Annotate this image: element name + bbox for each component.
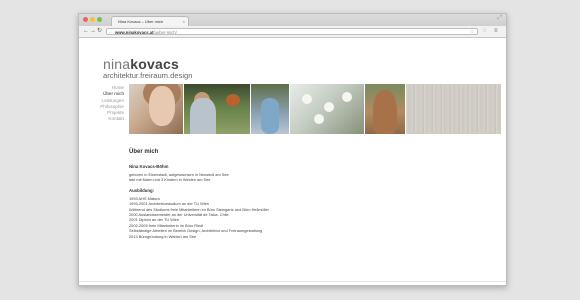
nav-item-kontakt[interactable]: Kontakt [100,116,124,122]
reload-icon[interactable]: ↻ [97,28,102,35]
education-item: 2013 Bürogründung in Weiden am See [129,233,197,239]
education-heading: Ausbildung: [129,187,155,193]
star-icon[interactable]: ☆ [470,29,474,36]
garden-chicken-photo [184,84,250,134]
logo-tagline: architektur.freiraum.design [103,71,193,80]
photo-strip [129,84,501,134]
url-path: /ueber-mich/ [153,30,177,35]
fullscreen-icon[interactable]: ⤢ [497,15,502,22]
logo-first-name: nina [103,56,131,72]
logo-last-name: kovacs [130,56,179,72]
page-content: ninakovacs architektur.freiraum.design H… [79,38,506,285]
close-window-button[interactable] [83,17,88,22]
portrait-photo [129,84,183,134]
maximize-window-button[interactable] [97,17,102,22]
blossom-photo [290,84,364,134]
back-arrow-icon[interactable]: ← [83,28,89,35]
person-name: Nina Kovacs-Böhm [129,164,169,169]
forward-arrow-icon[interactable]: → [90,28,96,35]
nav-item-leistungen[interactable]: Leistungen [100,98,124,104]
extension-icon[interactable]: ◌ [483,28,487,35]
address-bar[interactable]: ◦ www.ninakovacs.at/ueber-mich/ ☆ [106,28,478,35]
site-logo[interactable]: ninakovacs architektur.freiraum.design [103,57,192,80]
wood-texture-photo [406,84,501,134]
logo-name: ninakovacs [103,57,192,71]
legs-photo [251,84,289,134]
browser-window: Nina Kovacs – Über mich × ⤢ ← → ↻ ◦ www.… [78,13,507,286]
main-nav: Home Über mich Leistungen Philosophie Pr… [100,85,124,123]
tab-title: Nina Kovacs – Über mich [118,19,164,24]
tab-close-icon[interactable]: × [183,17,185,26]
browser-tab[interactable]: Nina Kovacs – Über mich × [111,16,189,26]
main-content: Über mich Nina Kovacs-Böhm geboren in Ei… [129,148,429,239]
url-domain: www.ninakovacs.at [115,30,154,35]
page-title: Über mich [129,149,159,155]
menu-icon[interactable]: ≡ [494,28,498,35]
hair-back-photo [365,84,405,134]
footer-divider [79,281,506,282]
browser-toolbar: ← → ↻ ◦ www.ninakovacs.at/ueber-mich/ ☆ … [79,26,506,38]
tab-bar: Nina Kovacs – Über mich × ⤢ [79,14,506,26]
lock-icon: ◦ [109,30,111,35]
nav-item-ueber-mich[interactable]: Über mich [100,91,124,97]
minimize-window-button[interactable] [90,17,95,22]
